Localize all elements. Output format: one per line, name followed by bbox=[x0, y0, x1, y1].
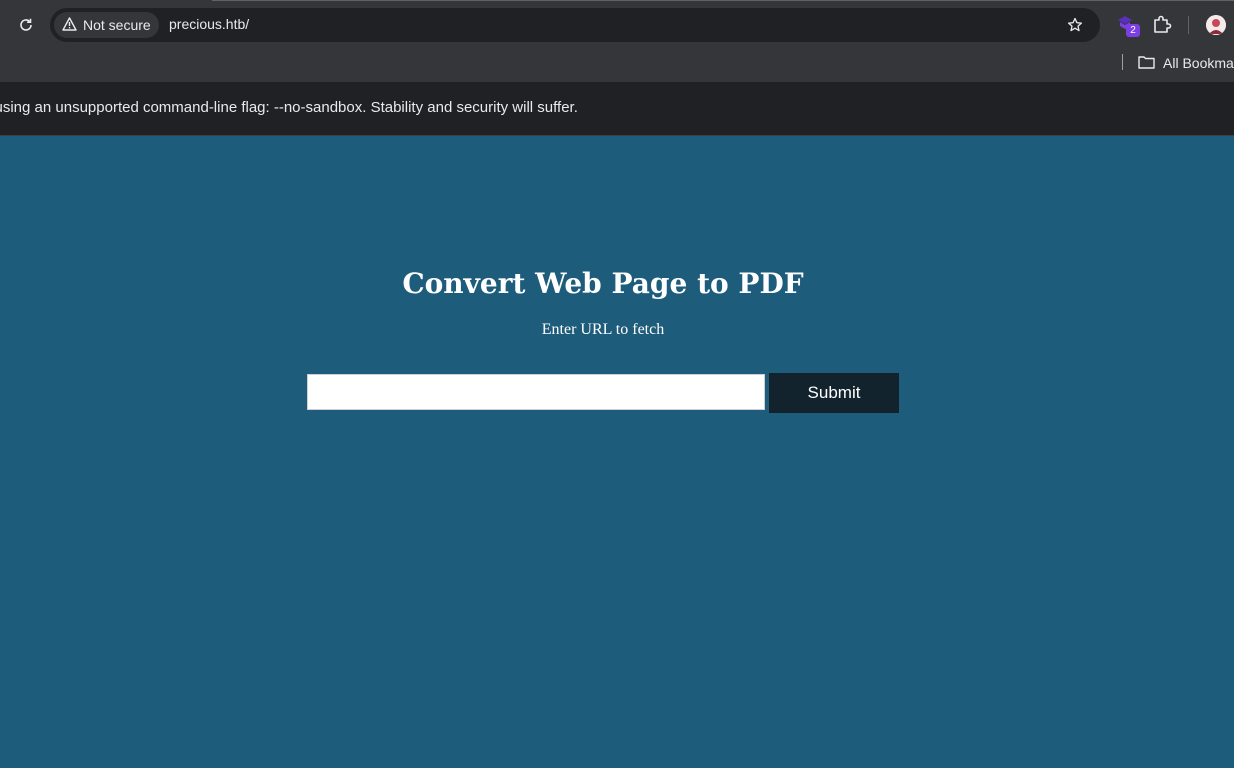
reload-icon[interactable] bbox=[14, 14, 38, 36]
all-bookmarks-label: All Bookmarks bbox=[1163, 55, 1234, 71]
address-bar[interactable]: Not secure precious.htb/ bbox=[50, 8, 1100, 42]
puzzle-icon[interactable] bbox=[1152, 14, 1174, 36]
page-content: Convert Web Page to PDF Enter URL to fet… bbox=[0, 136, 1234, 768]
extension-icon[interactable]: 2 bbox=[1116, 14, 1142, 38]
url-input[interactable] bbox=[307, 374, 765, 410]
url-text[interactable]: precious.htb/ bbox=[169, 16, 249, 32]
browser-toolbar: Not secure precious.htb/ 2 bbox=[0, 0, 1234, 50]
all-bookmarks-button[interactable]: All Bookmarks bbox=[1138, 52, 1234, 74]
folder-icon bbox=[1138, 55, 1155, 72]
warning-infobar: e using an unsupported command-line flag… bbox=[0, 83, 1234, 136]
star-icon[interactable] bbox=[1064, 15, 1086, 35]
toolbar-divider bbox=[1188, 16, 1189, 34]
tab-strip-border bbox=[212, 0, 1234, 1]
security-chip[interactable]: Not secure bbox=[54, 12, 159, 38]
warning-icon bbox=[62, 16, 77, 34]
bookmarks-bar: All Bookmarks bbox=[0, 50, 1234, 83]
avatar[interactable] bbox=[1206, 15, 1226, 35]
bookmarks-divider bbox=[1122, 54, 1123, 70]
security-label: Not secure bbox=[83, 17, 151, 33]
page-subtitle: Enter URL to fetch bbox=[541, 321, 665, 338]
page-title: Convert Web Page to PDF bbox=[402, 267, 804, 300]
extension-badge: 2 bbox=[1126, 24, 1140, 37]
submit-button[interactable]: Submit bbox=[769, 373, 899, 413]
infobar-message: e using an unsupported command-line flag… bbox=[0, 99, 578, 116]
tab-strip-edge bbox=[0, 0, 212, 2]
